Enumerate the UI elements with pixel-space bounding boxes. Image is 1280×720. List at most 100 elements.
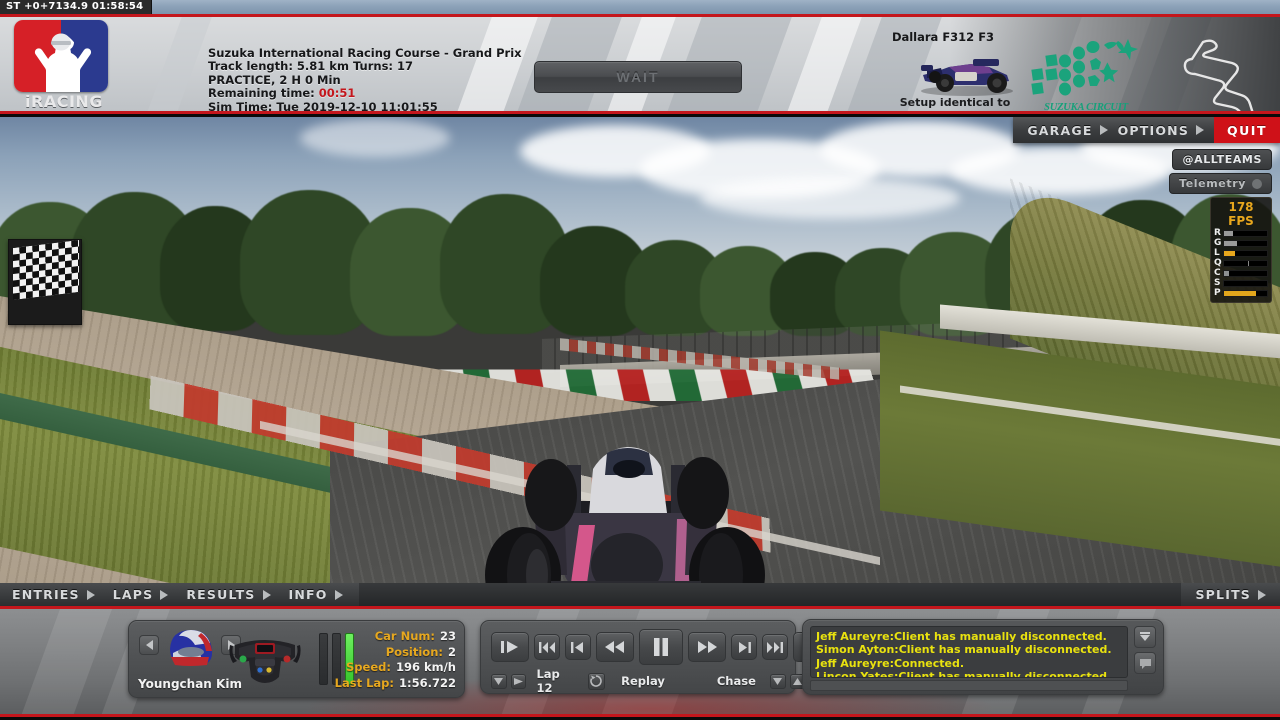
timer-strip: ST +0+7134.9 01:58:54 (0, 0, 1280, 14)
car-thumbnail-icon (915, 45, 1020, 97)
nav-garage[interactable]: GARAGE (1027, 122, 1108, 138)
meter-l: L (1214, 249, 1268, 258)
nav-garage-label: GARAGE (1027, 122, 1093, 138)
car-name-label: Dallara F312 F3 (828, 31, 1058, 44)
wait-button[interactable]: WAIT (534, 61, 742, 93)
iracing-badge-icon (14, 20, 108, 92)
chevron-right-icon (262, 589, 271, 600)
driver-telemetry-readout: Car Num: 23 Position: 2 Speed: 196 km/h … (324, 629, 456, 691)
meter-l-bar (1223, 250, 1268, 257)
chevron-right-icon (1099, 125, 1108, 135)
track-name: Suzuka International Racing Course - Gra… (208, 46, 522, 60)
scroll-to-top-button[interactable] (1134, 626, 1156, 648)
pause-button[interactable] (639, 629, 683, 665)
meter-r: R (1214, 229, 1268, 238)
driver-helmet-icon (165, 627, 217, 673)
rewind-button[interactable] (596, 632, 634, 662)
chat-log-pod: Jeff Aureyre:Client has manually disconn… (802, 619, 1164, 695)
meter-g: G (1214, 239, 1268, 248)
prev-driver-button[interactable] (139, 635, 159, 655)
setup-identical-label: Setup identical to (899, 96, 1011, 109)
nav-info[interactable]: INFO (289, 587, 343, 602)
record-dot-icon (1252, 178, 1262, 189)
position-value: 2 (447, 644, 456, 659)
track-map-outline (1170, 37, 1270, 111)
camera-prev-button[interactable] (769, 673, 786, 689)
quit-button[interactable]: QUIT (1214, 117, 1280, 143)
step-forward-button[interactable] (731, 634, 757, 660)
nav-laps[interactable]: LAPS (113, 587, 169, 602)
jump-to-end-button[interactable] (762, 634, 788, 660)
top-navigation-bar[interactable]: GARAGE OPTIONS QUIT (1013, 117, 1280, 143)
jump-to-start-button[interactable] (534, 634, 560, 660)
loop-replay-button[interactable] (587, 672, 606, 690)
nav-results-label: RESULTS (186, 587, 256, 602)
chat-message: Jeff Aureyre:Client has manually disconn… (816, 630, 1107, 643)
sim-time: Sim Time: Tue 2019-12-10 11:01:55 (208, 99, 438, 114)
step-back-button[interactable] (565, 634, 591, 660)
chat-side-buttons (1134, 626, 1156, 678)
nav-results[interactable]: RESULTS (186, 587, 271, 602)
chevron-right-icon (86, 589, 95, 600)
suzuka-circuit-text: SUZUKA CIRCUIT (1044, 102, 1128, 113)
steering-wheel-icon (229, 633, 301, 685)
meter-r-label: R (1214, 228, 1221, 238)
chevron-right-icon (1196, 125, 1205, 135)
nav-splits-label: SPLITS (1195, 587, 1251, 602)
chat-bubble-button[interactable] (1134, 652, 1156, 674)
position-label: Position: (385, 644, 443, 659)
meter-c: C (1214, 269, 1268, 278)
session-header: iRACING Suzuka International Racing Cour… (0, 14, 1280, 114)
chat-input[interactable] (810, 680, 1128, 691)
telemetry-row-speed: Speed: 196 km/h (324, 660, 456, 676)
telemetry-label: Telemetry (1179, 177, 1246, 190)
remaining-time-label: Remaining time: (208, 86, 315, 101)
lastlap-label: Last Lap: (334, 675, 395, 690)
session-timer-readout: ST +0+7134.9 01:58:54 (0, 0, 153, 14)
player-car (455, 435, 785, 583)
carnum-value: 23 (439, 629, 456, 643)
play-button[interactable] (491, 632, 529, 662)
camera-mode-label: Chase (716, 674, 756, 688)
sim-3d-viewport[interactable]: GARAGE OPTIONS QUIT @ALLTEAMS Telemetry … (0, 117, 1280, 583)
chat-message-list[interactable]: Jeff Aureyre:Client has manually disconn… (810, 626, 1128, 678)
nav-options[interactable]: OPTIONS (1117, 122, 1205, 138)
replay-mode-label: Replay (621, 674, 665, 688)
lastlap-value: 1:56.722 (399, 675, 456, 690)
speed-label: Speed: (346, 660, 391, 674)
lap-up-button[interactable] (510, 673, 527, 689)
meter-r-bar (1223, 230, 1268, 237)
iracing-sim-window: ST +0+7134.9 01:58:54 iRACING Suzuka Int… (0, 0, 1280, 720)
nav-options-label: OPTIONS (1117, 122, 1190, 138)
meter-q-bar (1223, 260, 1268, 267)
meter-s: S (1214, 279, 1268, 288)
telemetry-row-position: Position: 2 (324, 645, 456, 661)
bottom-navigation-bar[interactable]: ENTRIES LAPS RESULTS INFO SPLITS (0, 583, 1280, 609)
nav-entries[interactable]: ENTRIES (12, 587, 95, 602)
allteams-chat-target-button[interactable]: @ALLTEAMS (1172, 149, 1272, 170)
chevron-right-icon (334, 589, 343, 600)
meter-p-bar (1223, 290, 1268, 297)
remaining-time-value: 00:51 (318, 86, 356, 101)
chevron-right-icon (1258, 589, 1266, 600)
suzuka-circuit-logo: SUZUKA CIRCUIT (1030, 39, 1142, 113)
meter-s-label: S (1214, 278, 1221, 288)
meter-p: P (1214, 289, 1268, 298)
replay-controls-pod: Lap 12 Replay Chase (480, 620, 831, 695)
lap-down-button[interactable] (491, 673, 507, 689)
telemetry-row-lastlap: Last Lap: 1:56.722 (324, 676, 456, 692)
meter-p-label: P (1214, 288, 1221, 298)
meter-q-label: Q (1214, 258, 1222, 268)
telemetry-row-carnum: Car Num: 23 (324, 629, 456, 645)
meter-c-label: C (1214, 268, 1221, 278)
telemetry-button[interactable]: Telemetry (1169, 173, 1272, 194)
meter-l-label: L (1214, 248, 1220, 258)
nav-splits[interactable]: SPLITS (1195, 587, 1266, 602)
car-name-text: Dallara F312 F3 (891, 30, 995, 44)
chevron-right-icon (160, 589, 169, 600)
nav-info-label: INFO (288, 587, 328, 602)
fast-forward-button[interactable] (688, 632, 726, 662)
chat-message: Simon Ayton:Client has manually disconne… (816, 643, 1112, 657)
nav-laps-label: LAPS (112, 587, 154, 602)
driver-info-pod: Youngchan Kim Car Num: 23 Position: 2 Sp… (128, 620, 465, 698)
